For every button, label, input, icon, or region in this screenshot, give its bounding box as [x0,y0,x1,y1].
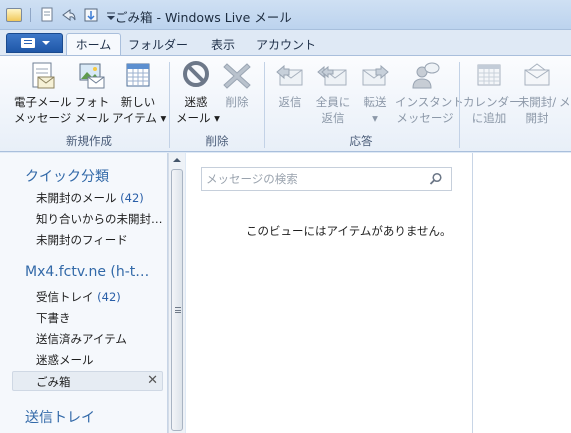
nav-item-unread-feeds[interactable]: 未開封のフィード [36,232,128,248]
unread-count: (42) [120,191,144,205]
ribbon-tab-row: ホーム フォルダー 表示 アカウント [0,30,571,56]
reply-icon[interactable] [61,7,77,23]
window-title: ごみ箱 - Windows Live メール [115,10,292,25]
outbox-header[interactable]: 送信トレイ [25,407,95,427]
new-item-button[interactable]: 新しい アイテム ▾ [112,60,166,126]
nav-item-unread-email[interactable]: 未開封のメール (42) [36,190,144,206]
group-label-new: 新規作成 [66,134,112,148]
nav-item-drafts[interactable]: 下書き [36,310,71,326]
block-icon [180,60,212,92]
messenger-icon [409,60,441,92]
menu-icon [21,38,35,48]
nav-item-deleted-items[interactable]: ごみ箱 ✕ [12,371,163,391]
tab-account[interactable]: アカウント [254,34,318,55]
reply-all-button[interactable]: 全員に 返信 [311,60,355,126]
email-message-icon [26,60,58,92]
tab-folder[interactable]: フォルダー [125,34,191,55]
forward-icon [359,60,391,92]
message-list-pane: このビューにはアイテムがありません。 [186,153,571,433]
ribbon-separator [264,62,265,148]
unread-read-button[interactable]: 未開封/ 開封 [515,60,559,126]
nav-item-junk-email[interactable]: 迷惑メール [36,352,94,368]
junk-mail-button[interactable]: 迷惑 メール ▾ [176,60,220,126]
app-icon[interactable] [6,8,22,22]
ribbon-separator [169,62,170,148]
delete-x-icon [221,60,253,92]
nav-item-unread-from-contacts[interactable]: 知り合いからの未開封… [36,211,163,227]
group-label-delete: 削除 [205,134,229,148]
scroll-up-arrow-icon[interactable] [173,158,181,162]
forward-button[interactable]: 転送 ▾ [356,60,394,126]
delete-button[interactable]: 削除 [218,60,256,110]
photo-email-icon [76,60,108,92]
tab-view[interactable]: 表示 [201,34,245,55]
reply-button[interactable]: 返信 [270,60,310,110]
calendar-icon [473,60,505,92]
search-box[interactable] [201,167,452,191]
send-receive-icon[interactable] [83,7,99,23]
add-to-calendar-button[interactable]: カレンダー に追加 [463,60,521,126]
reply-all-icon [317,60,349,92]
empty-view-message: このビューにはアイテムがありません。 [246,224,452,238]
reading-pane-divider[interactable] [472,153,473,433]
new-email-button[interactable]: 電子メール メッセージ [14,60,72,126]
new-message-icon[interactable] [39,7,55,23]
account-header[interactable]: Mx4.fctv.ne (h-t… [25,264,149,280]
title-bar: ごみ箱 - Windows Live メール [0,0,571,30]
group-label-respond: 応答 [349,134,373,148]
folder-pane: クイック分類 未開封のメール (42) 知り合いからの未開封… 未開封のフィード… [0,153,168,433]
scrollbar-thumb[interactable] [171,169,183,431]
calendar-list-icon [122,60,154,92]
qat-separator [30,8,31,22]
grip-icon [175,307,181,313]
ribbon-separator [459,62,460,148]
nav-item-sent-items[interactable]: 送信済みアイテム [36,331,127,347]
tab-home[interactable]: ホーム [66,33,121,56]
inbox-count: (42) [97,290,121,304]
chevron-down-icon [42,41,50,45]
ribbon: 電子メール メッセージ フォト メール 新しい アイテム ▾ 新規作成 迷惑 メ… [0,55,571,152]
file-menu-button[interactable] [6,33,63,53]
folder-pane-scrollbar[interactable] [168,153,185,433]
search-icon[interactable] [429,172,443,186]
close-icon[interactable]: ✕ [147,373,158,388]
more-actions-button-clipped[interactable]: メ [559,60,571,110]
quick-views-header[interactable]: クイック分類 [25,166,109,186]
reply-icon [274,60,306,92]
search-input[interactable] [206,171,421,187]
photo-email-button[interactable]: フォト メール [72,60,112,126]
envelope-open-icon [521,60,553,92]
instant-message-button[interactable]: インスタント メッセージ [395,60,464,126]
nav-item-inbox[interactable]: 受信トレイ (42) [36,289,121,305]
